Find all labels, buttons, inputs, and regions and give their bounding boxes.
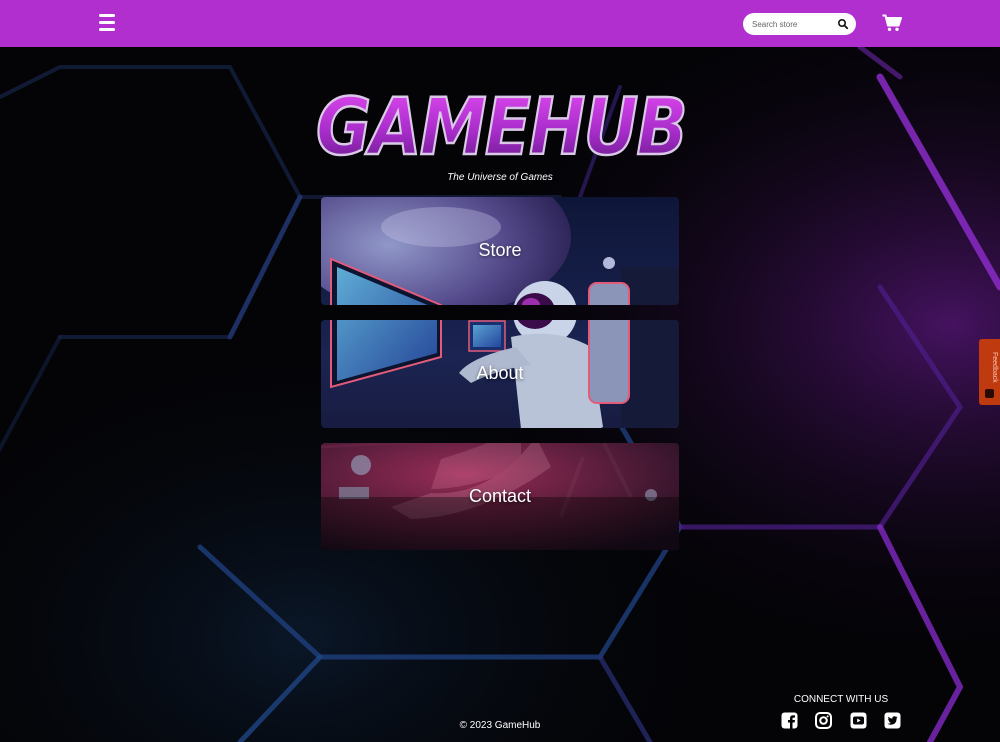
hamburger-menu-icon[interactable] (99, 14, 115, 31)
feedback-tab[interactable]: Feedback (979, 339, 1000, 405)
feedback-icon (985, 389, 994, 398)
navigation-cards: Store About Contact (321, 197, 679, 550)
twitter-icon[interactable] (884, 712, 901, 729)
instagram-icon[interactable] (815, 712, 832, 729)
logo-text: GAMEHUB (316, 83, 686, 164)
tagline: The Universe of Games (447, 172, 553, 183)
feedback-label: Feedback (991, 351, 998, 383)
shopping-cart-icon[interactable] (882, 14, 902, 32)
store-card-label: Store (478, 240, 522, 260)
connect-heading: CONNECT WITH US (793, 694, 889, 705)
youtube-icon[interactable] (850, 712, 867, 729)
search-icon[interactable] (837, 18, 849, 30)
about-card-label: About (476, 363, 524, 383)
gamehub-logo: GAMEHUB (310, 82, 692, 175)
contact-card-label: Contact (468, 486, 532, 506)
contact-card[interactable]: Contact (321, 443, 679, 551)
search-input[interactable] (752, 17, 834, 31)
top-navigation-bar (0, 0, 1000, 47)
store-card[interactable]: Store (321, 197, 679, 305)
about-card[interactable]: About (321, 320, 679, 428)
search-bar (743, 13, 856, 35)
facebook-icon[interactable] (781, 712, 798, 729)
